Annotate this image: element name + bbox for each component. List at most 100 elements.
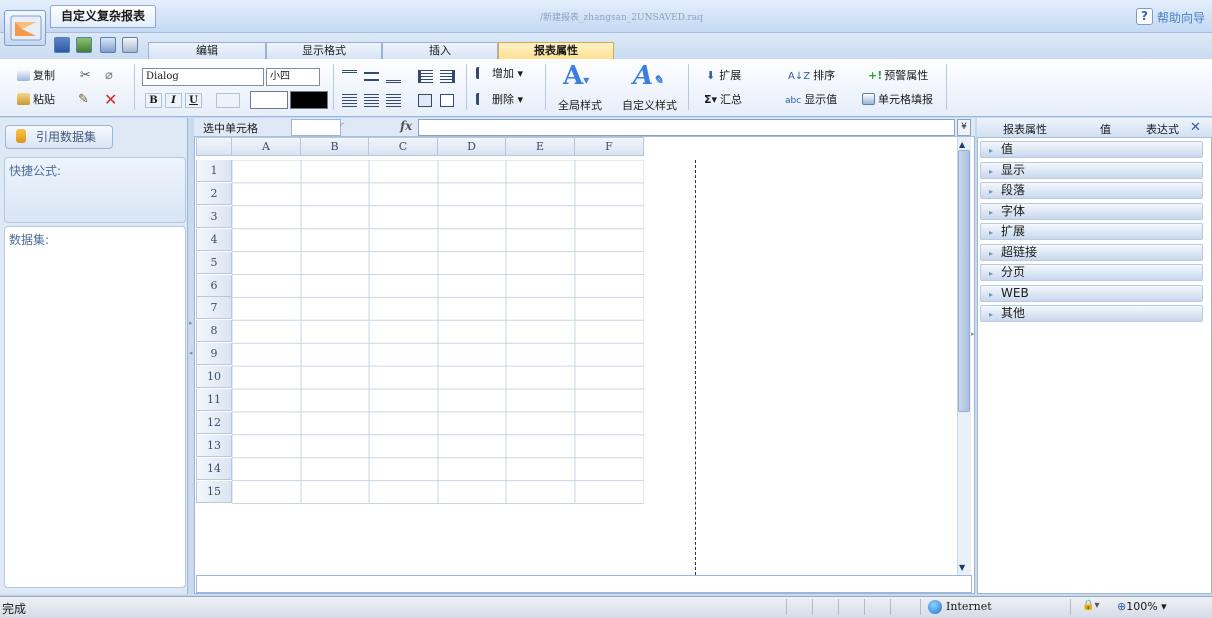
bold-button[interactable]: B bbox=[145, 93, 162, 108]
display-value-button[interactable]: abc 显示值 bbox=[785, 92, 837, 109]
align-top-icon[interactable] bbox=[342, 70, 357, 83]
property-group[interactable]: ▸ 段落 bbox=[980, 182, 1203, 199]
font-color-picker[interactable] bbox=[290, 91, 328, 109]
font-size-field[interactable]: 小四 bbox=[266, 68, 320, 86]
row-header[interactable]: 2 bbox=[196, 182, 232, 205]
summary-button[interactable]: Σ▾ 汇总 bbox=[704, 92, 742, 108]
grid-corner[interactable] bbox=[196, 137, 232, 156]
row-header[interactable]: 7 bbox=[196, 297, 232, 320]
row-header[interactable]: 12 bbox=[196, 411, 232, 434]
delete-button[interactable]: 删除 ▾ bbox=[476, 92, 523, 108]
indent-increase-icon[interactable] bbox=[440, 70, 455, 83]
global-style-button[interactable]: 全局样式 bbox=[558, 98, 602, 114]
property-group-label: 显示 bbox=[1001, 162, 1026, 177]
property-group[interactable]: ▸ 超链接 bbox=[980, 243, 1203, 261]
tab-display-format[interactable]: 显示格式 bbox=[266, 42, 382, 60]
scroll-thumb[interactable] bbox=[958, 150, 970, 412]
dataset-panel[interactable]: 数据集: bbox=[4, 226, 186, 588]
tab-insert[interactable]: 插入 bbox=[382, 42, 498, 60]
help-link[interactable]: 帮助向导 bbox=[1157, 9, 1212, 26]
document-tab[interactable]: 自定义复杂报表 bbox=[50, 5, 156, 28]
property-group[interactable]: ▸ 字体 bbox=[980, 202, 1203, 220]
italic-button[interactable]: I bbox=[165, 93, 182, 108]
close-icon[interactable]: ✕ bbox=[1190, 120, 1201, 135]
clear-icon[interactable]: ⌀ bbox=[105, 68, 113, 83]
custom-style-button[interactable]: 自定义样式 bbox=[622, 98, 677, 114]
status-divider bbox=[890, 599, 891, 615]
row-header[interactable]: 1 bbox=[196, 160, 232, 182]
cut-icon[interactable]: ✂ bbox=[80, 68, 91, 83]
cell-fill-button[interactable]: 单元格填报 bbox=[862, 92, 933, 108]
property-group[interactable]: ▸ WEB bbox=[980, 284, 1203, 302]
formula-input[interactable] bbox=[418, 119, 955, 136]
row-header[interactable]: 3 bbox=[196, 205, 232, 228]
delete-row-icon bbox=[476, 93, 489, 105]
format-painter-icon[interactable]: ✎ bbox=[78, 92, 89, 107]
save-as-icon[interactable] bbox=[76, 37, 92, 53]
row-header[interactable]: 9 bbox=[196, 343, 232, 366]
underline-button[interactable]: U bbox=[185, 93, 202, 108]
merge-cells-icon[interactable] bbox=[418, 94, 432, 107]
column-header-f[interactable]: F bbox=[575, 137, 644, 156]
cell-name-field[interactable] bbox=[291, 119, 341, 136]
delete-icon[interactable]: ✕ bbox=[104, 90, 117, 109]
column-header-e[interactable]: E bbox=[506, 137, 575, 156]
print-preview-icon[interactable] bbox=[122, 37, 138, 53]
alert-props-button[interactable]: +! 预警属性 bbox=[868, 68, 928, 84]
align-center-icon[interactable] bbox=[364, 94, 379, 107]
tab-edit[interactable]: 编辑 bbox=[148, 42, 266, 60]
global-style-icon[interactable]: A▾ bbox=[563, 63, 589, 93]
align-middle-icon[interactable] bbox=[364, 70, 379, 81]
column-header-d[interactable]: D bbox=[438, 137, 506, 156]
row-header[interactable]: 6 bbox=[196, 274, 232, 297]
column-header-b[interactable]: B bbox=[301, 137, 369, 156]
align-right-icon[interactable] bbox=[386, 94, 401, 107]
dropdown-arrow-icon[interactable]: ◜ bbox=[340, 120, 350, 134]
paste-button[interactable]: 粘贴 bbox=[17, 92, 55, 108]
tab-report-properties[interactable]: 报表属性 bbox=[498, 42, 614, 60]
row-header[interactable]: 13 bbox=[196, 434, 232, 457]
property-group[interactable]: ▸ 分页 bbox=[980, 264, 1203, 281]
wrap-text-icon[interactable] bbox=[440, 94, 454, 107]
col-value: 值 bbox=[1100, 123, 1111, 136]
zoom-control[interactable]: ⊕100% ▾ bbox=[1117, 600, 1167, 613]
row-header[interactable]: 15 bbox=[196, 480, 232, 503]
property-group[interactable]: ▸ 显示 bbox=[980, 161, 1203, 179]
font-name-field[interactable]: Dialog bbox=[142, 68, 264, 86]
row-header[interactable]: 5 bbox=[196, 251, 232, 274]
sort-button[interactable]: A↓Z 排序 bbox=[788, 68, 835, 85]
help-icon[interactable]: ? bbox=[1136, 8, 1153, 25]
fill-color-picker[interactable] bbox=[250, 91, 288, 109]
border-picker-icon[interactable] bbox=[216, 93, 240, 108]
copy-button[interactable]: 复制 bbox=[17, 68, 55, 84]
expand-arrow-icon: ▸ bbox=[989, 269, 994, 278]
right-collapse-handle-icon[interactable]: ▸ bbox=[971, 330, 976, 360]
property-group[interactable]: ▸ 值 bbox=[980, 141, 1203, 158]
expand-formula-icon[interactable]: ¥ bbox=[957, 119, 971, 136]
add-button[interactable]: 增加 ▾ bbox=[476, 66, 523, 82]
property-group[interactable]: ▸ 其他 bbox=[980, 305, 1203, 322]
scroll-up-icon[interactable]: ▲ bbox=[959, 140, 965, 149]
align-left-icon[interactable] bbox=[342, 94, 357, 107]
row-header[interactable]: 11 bbox=[196, 389, 232, 411]
row-header[interactable]: 4 bbox=[196, 228, 232, 251]
separator bbox=[333, 64, 334, 110]
align-bottom-icon[interactable] bbox=[386, 70, 401, 83]
app-logo-icon[interactable] bbox=[4, 10, 46, 46]
column-header-c[interactable]: C bbox=[369, 137, 438, 156]
horizontal-scrollbar[interactable] bbox=[196, 575, 972, 593]
preview-icon[interactable] bbox=[100, 37, 116, 53]
scroll-down-icon[interactable]: ▼ bbox=[959, 563, 965, 572]
column-header-a[interactable]: A bbox=[232, 137, 301, 156]
expand-button[interactable]: ⬇ 扩展 bbox=[706, 68, 741, 84]
save-icon[interactable] bbox=[54, 37, 70, 53]
property-group[interactable]: ▸ 扩展 bbox=[980, 223, 1203, 240]
cell-grid[interactable] bbox=[232, 160, 644, 504]
protected-mode-icon[interactable]: 🔒▾ bbox=[1082, 600, 1099, 611]
row-header[interactable]: 8 bbox=[196, 320, 232, 343]
ref-dataset-button[interactable]: 引用数据集 bbox=[5, 125, 113, 149]
indent-decrease-icon[interactable] bbox=[418, 70, 433, 83]
custom-style-icon[interactable]: A✎ bbox=[633, 63, 663, 93]
row-header[interactable]: 14 bbox=[196, 457, 232, 480]
row-header[interactable]: 10 bbox=[196, 366, 232, 389]
